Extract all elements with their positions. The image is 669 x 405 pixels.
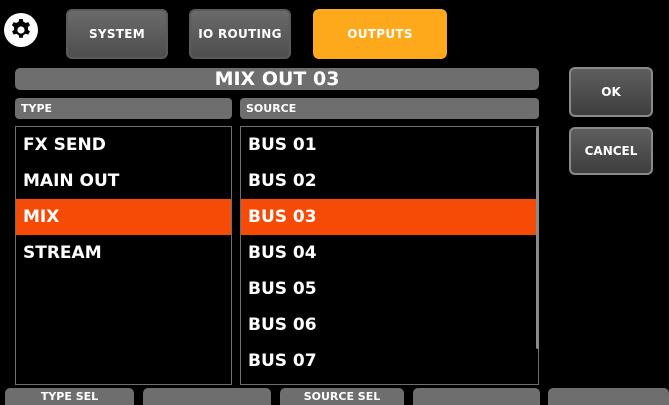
ok-button[interactable]: OK: [569, 67, 653, 117]
page-title: MIX OUT 03: [15, 68, 539, 90]
source-scrollbar[interactable]: [536, 127, 539, 349]
source-list-item[interactable]: BUS 06: [241, 307, 538, 343]
footer-source-sel[interactable]: SOURCE SEL: [280, 388, 404, 405]
gear-icon: [11, 19, 30, 38]
type-list[interactable]: FX SEND MAIN OUT MIX STREAM: [15, 126, 232, 385]
source-list-item[interactable]: BUS 02: [241, 163, 538, 199]
type-list-item[interactable]: STREAM: [16, 235, 231, 271]
source-header: SOURCE: [240, 98, 539, 119]
footer-blank-2[interactable]: [413, 388, 540, 405]
source-list-item[interactable]: BUS 03: [241, 199, 538, 235]
footer-blank-3[interactable]: [548, 388, 669, 405]
footer-blank-1[interactable]: [143, 388, 271, 405]
type-list-item[interactable]: MIX: [16, 199, 231, 235]
source-list-item[interactable]: BUS 07: [241, 343, 538, 379]
cancel-button[interactable]: CANCEL: [569, 127, 653, 175]
type-list-item[interactable]: MAIN OUT: [16, 163, 231, 199]
tab-outputs[interactable]: OUTPUTS: [313, 9, 447, 59]
settings-button[interactable]: [4, 13, 38, 47]
source-list[interactable]: BUS 01 BUS 02 BUS 03 BUS 04 BUS 05 BUS 06 BUS …: [240, 126, 539, 385]
tab-io-routing[interactable]: IO ROUTING: [189, 9, 291, 59]
footer-type-sel[interactable]: TYPE SEL: [5, 388, 134, 405]
tab-system[interactable]: SYSTEM: [66, 9, 168, 59]
source-list-item[interactable]: BUS 04: [241, 235, 538, 271]
source-list-item[interactable]: BUS 05: [241, 271, 538, 307]
source-list-item[interactable]: BUS 01: [241, 127, 538, 163]
type-header: TYPE: [15, 98, 232, 119]
type-list-item[interactable]: FX SEND: [16, 127, 231, 163]
